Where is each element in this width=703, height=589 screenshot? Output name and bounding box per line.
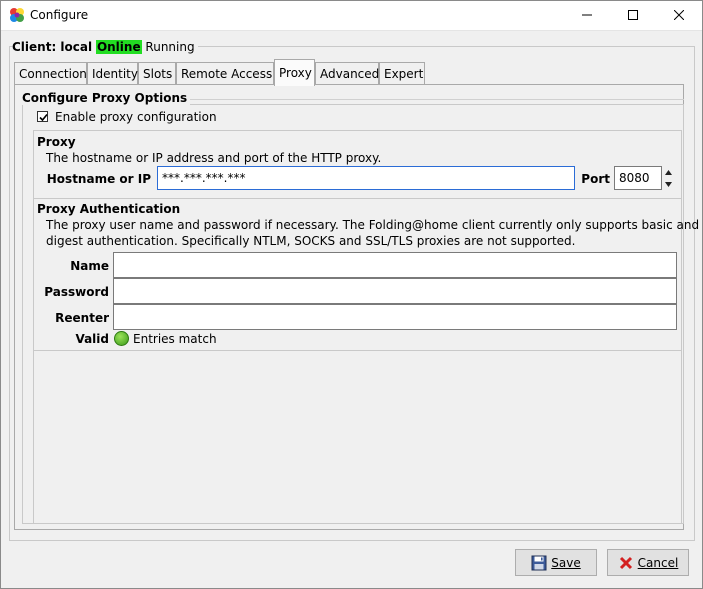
auth-bottom-divider	[33, 350, 682, 351]
tab-slots[interactable]: Slots	[138, 62, 176, 85]
title-bar: Configure	[0, 0, 703, 31]
name-input[interactable]	[113, 252, 677, 278]
tab-remote-access[interactable]: Remote Access	[176, 62, 274, 85]
client-label: Client: local	[12, 40, 93, 54]
proxy-description: The hostname or IP address and port of t…	[46, 151, 382, 165]
tab-connection[interactable]: Connection	[14, 62, 87, 85]
valid-status-icon	[114, 331, 129, 346]
tab-expert[interactable]: Expert	[379, 62, 425, 85]
close-button[interactable]	[656, 0, 702, 31]
valid-status-text: Entries match	[133, 332, 217, 346]
port-label: Port	[581, 172, 610, 186]
tab-advanced[interactable]: Advanced	[315, 62, 379, 85]
cancel-button[interactable]: Cancel	[607, 549, 689, 576]
status-badge: Online	[95, 40, 142, 54]
tab-identity[interactable]: Identity	[87, 62, 138, 85]
auth-section-title: Proxy Authentication	[37, 202, 181, 216]
hostname-label: Hostname or IP	[46, 172, 151, 186]
enable-proxy-label: Enable proxy configuration	[55, 110, 217, 124]
save-icon	[531, 555, 547, 570]
valid-label: Valid	[75, 332, 109, 346]
chevron-up-icon	[664, 169, 672, 175]
client-state: Running	[145, 40, 195, 54]
chevron-down-icon	[664, 181, 672, 187]
client-status-line: Client: local Online Running	[12, 39, 198, 55]
group-title: Configure Proxy Options	[22, 91, 191, 105]
password-input[interactable]	[113, 278, 677, 304]
port-increment-button[interactable]	[663, 166, 673, 178]
password-label: Password	[44, 285, 109, 299]
enable-proxy-checkbox[interactable]	[37, 111, 48, 122]
auth-description-line2: digest authentication. Specifically NTLM…	[46, 234, 576, 248]
save-label: Save	[551, 555, 581, 570]
cancel-label: Cancel	[637, 555, 679, 570]
cancel-icon	[619, 556, 632, 569]
proxy-section-title: Proxy	[37, 135, 76, 149]
minimize-icon	[582, 14, 592, 16]
port-decrement-button[interactable]	[663, 178, 673, 190]
close-icon	[674, 10, 684, 20]
maximize-button[interactable]	[610, 0, 656, 31]
window-title: Configure	[30, 8, 89, 22]
tab-proxy[interactable]: Proxy	[274, 59, 315, 86]
auth-description-line1: The proxy user name and password if nece…	[46, 218, 700, 232]
folding-at-home-icon	[9, 7, 25, 23]
hostname-input[interactable]	[157, 166, 575, 190]
save-button[interactable]: Save	[515, 549, 597, 576]
port-spinner	[663, 166, 673, 190]
minimize-button[interactable]	[564, 0, 610, 31]
reenter-label: Reenter	[55, 311, 109, 325]
maximize-icon	[628, 10, 638, 20]
checkmark-icon	[39, 113, 48, 122]
reenter-password-input[interactable]	[113, 304, 677, 330]
name-label: Name	[70, 259, 109, 273]
port-input[interactable]	[614, 166, 662, 190]
section-divider	[33, 198, 682, 199]
